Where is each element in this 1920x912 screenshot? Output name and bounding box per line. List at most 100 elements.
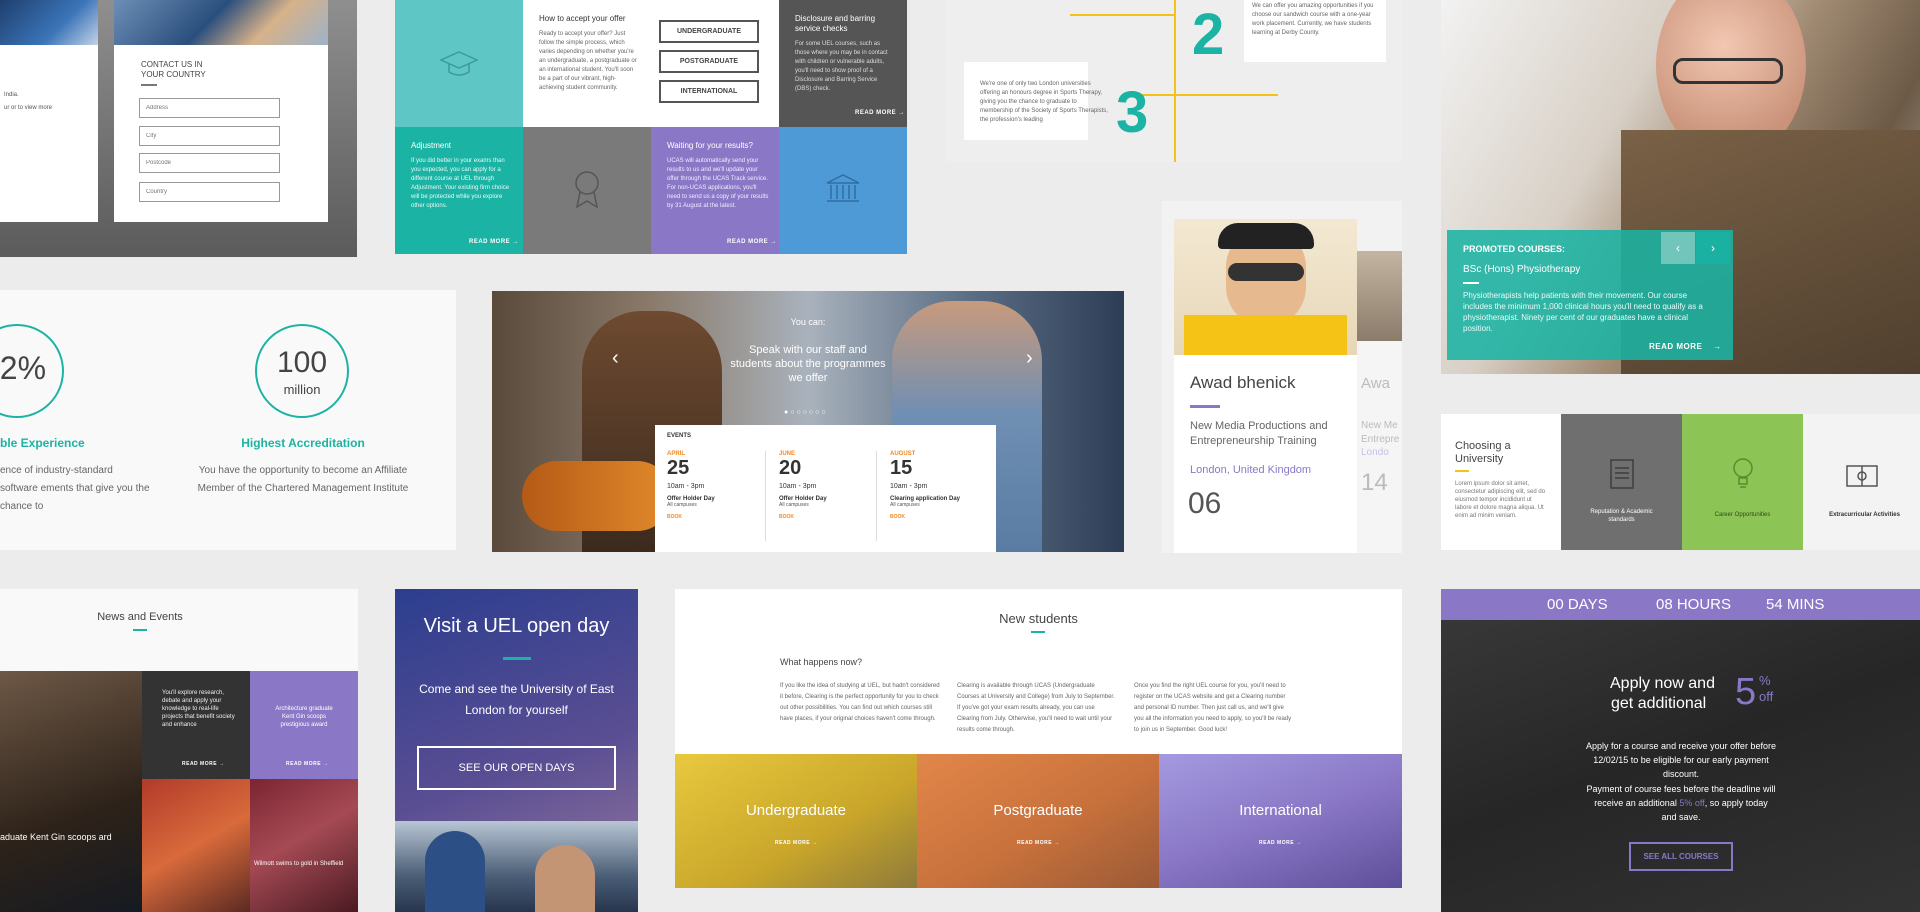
institution-icon (826, 174, 860, 202)
number-2-text: We can offer you amazing opportunities i… (1252, 3, 1374, 36)
news-item-2-read-more[interactable]: READ MORE → (286, 761, 328, 767)
arrow-right-icon: → (1295, 840, 1302, 846)
arrow-right-icon: → (512, 239, 519, 245)
profile-hat (1218, 223, 1314, 249)
tile-undergraduate-label: Undergraduate (745, 802, 847, 819)
news-purple-tile[interactable]: Architecture graduate Kent Gin scoops pr… (250, 671, 358, 779)
event-3-campus: All campuses (890, 502, 920, 508)
discount-percent: 5 % off (1735, 671, 1773, 713)
profile-next-ghost[interactable]: Awa New Me Entrepre Londo 14 (1357, 251, 1402, 553)
open-day-title: Visit a UEL open day (423, 615, 610, 637)
profile-course: New Media Productions and Entrepreneursh… (1190, 420, 1328, 447)
number-2: 2 (1192, 2, 1225, 67)
postcode-field[interactable] (139, 153, 280, 173)
adjustment-title: Adjustment (411, 141, 452, 150)
event-3-time: 10am - 3pm (890, 483, 928, 490)
guitar-shape (522, 461, 672, 531)
country-field[interactable] (139, 182, 280, 202)
disclosure-title: Disclosure and barring service checks (795, 14, 876, 33)
tile-postgraduate-read-more-label: READ MORE (1017, 840, 1053, 846)
arrow-right-icon: → (811, 840, 818, 846)
city-field[interactable] (139, 126, 280, 146)
event-1[interactable]: APRIL 25 10am - 3pm Offer Holder Day All… (667, 451, 767, 520)
hero-carousel-dots[interactable]: ●○○○○○○ (784, 409, 828, 416)
stat-1-body: ence of industry-standard software ement… (0, 465, 150, 512)
open-day-subtitle: Come and see the University of East Lond… (419, 682, 614, 717)
news-item-1: You'll explore research, debate and appl… (162, 690, 235, 728)
news-item-1-read-more[interactable]: READ MORE → (182, 761, 224, 767)
countdown-body-2b: 5% off (1679, 798, 1705, 808)
chevron-left-icon: ‹ (1676, 241, 1680, 255)
new-students-col-3: Once you find the right UEL course for y… (1134, 683, 1292, 733)
tile-international-read-more[interactable]: READ MORE → (1259, 840, 1301, 846)
tile-postgraduate-read-more[interactable]: READ MORE → (1017, 840, 1059, 846)
glasses-shape (1673, 58, 1783, 84)
tile-undergraduate[interactable]: Undergraduate READ MORE → (675, 754, 917, 888)
news-photo-runner[interactable]: aduate Kent Gin scoops ard (0, 671, 142, 912)
stat-1-value: 92% (0, 350, 47, 386)
discount-number: 5 (1735, 671, 1757, 713)
profile-name: Awad bhenick (1190, 373, 1296, 392)
event-2-book[interactable]: BOOK (779, 514, 879, 520)
number-3-text: We're one of only two London universitie… (980, 81, 1108, 123)
tile-reputation[interactable]: Reputation & Academic standards (1561, 414, 1682, 550)
event-2-time: 10am - 3pm (779, 483, 817, 490)
disclosure-read-more[interactable]: READ MORE → (855, 110, 905, 116)
see-open-days-button[interactable]: SEE OUR OPEN DAYS (417, 746, 616, 790)
event-2[interactable]: JUNE 20 10am - 3pm Offer Holder Day All … (779, 451, 879, 520)
promoted-read-more[interactable]: READ MORE → (1649, 342, 1722, 351)
promoted-next-button[interactable]: › (1696, 232, 1730, 264)
news-photo-athlete[interactable] (142, 779, 250, 912)
profile-jacket (1184, 315, 1347, 355)
grad-cap-tile (395, 0, 523, 127)
events-label: EVENTS (667, 433, 692, 439)
waiting-read-more[interactable]: READ MORE → (727, 239, 777, 245)
countdown-hours: 08 HOURS (1656, 596, 1732, 613)
adjustment-tile: Adjustment If you did better in your exa… (395, 127, 523, 254)
timeline-line-vertical (1174, 0, 1176, 162)
chevron-right-icon: › (1711, 241, 1715, 255)
event-3-book[interactable]: BOOK (890, 514, 990, 520)
event-1-time: 10am - 3pm (667, 483, 705, 490)
promoted-course-title[interactable]: BSc (Hons) Physiotherapy (1463, 264, 1580, 275)
event-3[interactable]: AUGUST 15 10am - 3pm Clearing applicatio… (890, 451, 990, 520)
stat-1-title: ble Experience (0, 436, 85, 450)
chevron-left-icon: ‹ (612, 347, 619, 369)
see-all-courses-button[interactable]: SEE ALL COURSES (1629, 842, 1733, 871)
timeline-line-3 (1134, 94, 1278, 96)
adjustment-read-more[interactable]: READ MORE → (469, 239, 519, 245)
lightbulb-icon (1733, 458, 1753, 488)
address-field[interactable] (139, 98, 280, 118)
profile-name-line (1190, 405, 1220, 408)
discount-pct-sign: % (1759, 673, 1771, 688)
event-1-book[interactable]: BOOK (667, 514, 767, 520)
tile-international[interactable]: International READ MORE → (1159, 754, 1402, 888)
events-panel: EVENTS APRIL 25 10am - 3pm Offer Holder … (655, 425, 996, 552)
choosing-body: Lorem ipsum dolor sit amet, consectetur … (1455, 481, 1546, 519)
news-dark-tile[interactable]: You'll explore research, debate and appl… (142, 671, 250, 779)
accept-offer-tile: How to accept your offer Ready to accept… (523, 0, 779, 127)
promoted-prev-button[interactable]: ‹ (1661, 232, 1695, 264)
hero-next-arrow[interactable]: › (1026, 347, 1033, 370)
hero-headline: Speak with our staff and students about … (730, 344, 886, 384)
contact-left-text-2[interactable]: ur or to view more (4, 105, 52, 111)
contact-form-photo (114, 0, 328, 45)
accept-title: How to accept your offer (539, 14, 626, 23)
building-tile (779, 127, 907, 254)
postgraduate-button[interactable]: POSTGRADUATE (659, 50, 759, 73)
tile-undergraduate-read-more[interactable]: READ MORE → (775, 840, 817, 846)
undergraduate-button[interactable]: UNDERGRADUATE (659, 20, 759, 43)
countdown-mins: 54 MINS (1766, 596, 1825, 613)
hero-events-card: You can: Speak with our staff and studen… (492, 291, 1124, 552)
tile-extracurricular[interactable]: Extracurricular Activities (1803, 414, 1920, 550)
ghost-photo (1357, 251, 1402, 341)
tile-postgraduate[interactable]: Postgraduate READ MORE → (917, 754, 1159, 888)
hero-prev-arrow[interactable]: ‹ (612, 347, 619, 370)
profile-main[interactable]: Awad bhenick New Media Productions and E… (1174, 219, 1357, 553)
chevron-right-icon: › (1026, 347, 1033, 369)
graduation-cap-icon (439, 51, 479, 76)
international-button[interactable]: INTERNATIONAL (659, 80, 759, 103)
football-pitch-icon (1846, 465, 1878, 487)
news-photo-swimmers[interactable]: Wilmott swims to gold in Sheffield (250, 779, 358, 912)
tile-career[interactable]: Career Opportunities (1682, 414, 1803, 550)
